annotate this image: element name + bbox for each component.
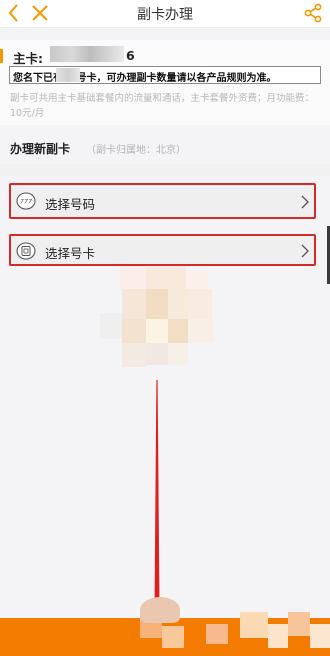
main-card-panel: 主卡: 6 您名下已有 张号卡，可办理副卡数量请以各产品规则为准。 副卡可共用主…: [0, 40, 330, 125]
number-badge-icon: 777: [16, 192, 36, 210]
share-icon[interactable]: [304, 3, 322, 23]
main-card-number: 6: [126, 48, 135, 63]
redacted-number-mask: [50, 46, 124, 62]
loading-image: [100, 267, 224, 371]
chevron-right-icon: [301, 195, 309, 209]
page-title: 副卡办理: [137, 7, 193, 23]
red-arrow-annotation: [154, 380, 160, 608]
new-card-section-title: 办理新副卡: [10, 142, 71, 156]
chevron-right-icon: [301, 244, 309, 258]
redacted-count-mask: [56, 68, 80, 82]
secondary-card-description: 副卡可共用主卡基础套餐内的流量和通话，主卡套餐外资费；月功能费：10元/月: [10, 93, 315, 119]
section-accent-bar: [0, 49, 3, 63]
select-number-option[interactable]: 777 选择号码: [9, 183, 316, 219]
main-card-label: 主卡:: [13, 51, 43, 66]
new-card-location-note: （副卡归属地：北京）: [86, 145, 186, 156]
top-bar: 副卡办理: [0, 0, 330, 28]
select-sim-option[interactable]: 选择号卡: [9, 234, 316, 266]
select-sim-label: 选择号卡: [45, 246, 96, 261]
section-divider: [0, 164, 330, 176]
svg-text:777: 777: [20, 198, 33, 206]
sim-card-icon: [16, 242, 36, 260]
finger-pointer-image: [140, 597, 180, 623]
select-number-label: 选择号码: [45, 197, 96, 212]
bottom-action-bar[interactable]: [0, 612, 330, 656]
